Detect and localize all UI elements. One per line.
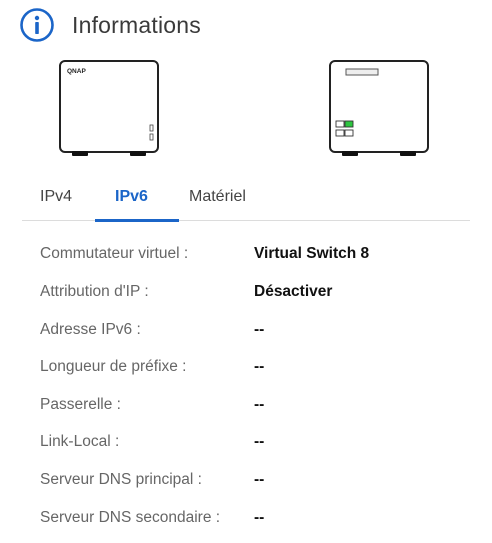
detail-row-prefix-length: Longueur de préfixe : --	[40, 349, 480, 385]
detail-value: --	[254, 396, 265, 413]
info-icon	[20, 8, 54, 42]
detail-row-primary-dns: Serveur DNS principal : --	[40, 462, 480, 498]
network-port-active-indicator	[344, 120, 354, 128]
detail-label: Adresse IPv6 :	[40, 321, 141, 338]
detail-row-virtual-switch: Commutateur virtuel : Virtual Switch 8	[40, 236, 480, 272]
detail-label: Commutateur virtuel :	[40, 245, 189, 262]
detail-label: Serveur DNS principal :	[40, 471, 202, 488]
detail-value: --	[254, 471, 265, 488]
detail-value: --	[254, 321, 265, 338]
detail-value: Virtual Switch 8	[254, 245, 370, 262]
detail-label: Attribution d'IP :	[40, 283, 149, 300]
qnap-logo-text: QNAP	[67, 68, 86, 75]
detail-row-ipv6-address: Adresse IPv6 : --	[40, 312, 480, 348]
detail-value: --	[254, 358, 265, 375]
detail-value: --	[254, 509, 265, 526]
detail-row-gateway: Passerelle : --	[40, 387, 480, 423]
detail-row-secondary-dns: Serveur DNS secondaire : --	[40, 500, 480, 536]
detail-label: Serveur DNS secondaire :	[40, 509, 221, 526]
detail-value: Désactiver	[254, 283, 333, 300]
panel-title: Informations	[72, 11, 201, 38]
tab-ipv6[interactable]: IPv6	[115, 188, 148, 206]
detail-value: --	[254, 433, 265, 450]
active-tab-indicator	[95, 219, 179, 222]
tab-hardware[interactable]: Matériel	[189, 188, 246, 206]
detail-label: Longueur de préfixe :	[40, 358, 187, 375]
panel-header: Informations	[20, 7, 201, 43]
detail-label: Passerelle :	[40, 396, 121, 413]
tab-bar: IPv4 IPv6 Matériel	[22, 184, 470, 222]
detail-row-link-local: Link-Local : --	[40, 424, 480, 460]
nas-back-image	[328, 59, 432, 159]
nas-front-image: QNAP	[58, 59, 162, 159]
detail-row-ip-assignment: Attribution d'IP : Désactiver	[40, 274, 480, 310]
tab-ipv4[interactable]: IPv4	[40, 188, 72, 206]
detail-label: Link-Local :	[40, 433, 120, 450]
